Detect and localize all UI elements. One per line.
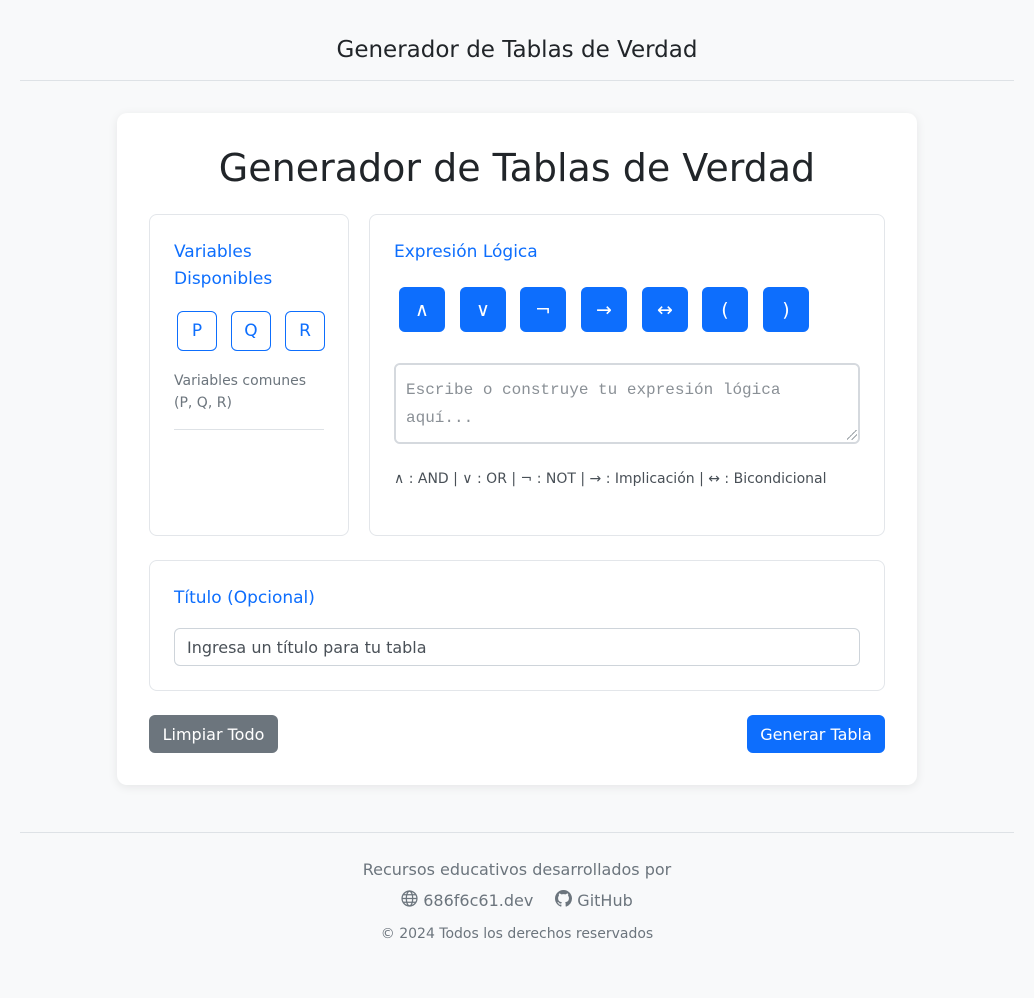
site-link[interactable]: 686f6c61.dev <box>401 890 533 911</box>
variables-heading-line1: Variables <box>174 242 252 262</box>
operator-not-button[interactable]: ¬ <box>520 287 566 332</box>
footer-copyright: © 2024 Todos los derechos reservados <box>380 926 654 942</box>
operator-and-button[interactable]: ∧ <box>399 287 445 332</box>
variable-button-r[interactable]: R <box>285 311 325 351</box>
github-link-label: GitHub <box>577 891 633 910</box>
variable-button-p[interactable]: P <box>177 311 217 351</box>
generate-table-button[interactable]: Generar Tabla <box>747 715 885 753</box>
github-link[interactable]: GitHub <box>555 890 633 911</box>
top-header: Generador de Tablas de Verdad <box>20 0 1014 81</box>
globe-icon <box>401 890 418 911</box>
page-title: Generador de Tablas de Verdad <box>218 146 816 190</box>
variable-button-q[interactable]: Q <box>231 311 271 351</box>
clear-all-button[interactable]: Limpiar Todo <box>149 715 278 753</box>
expression-input[interactable] <box>394 363 860 444</box>
close-paren-button[interactable]: ) <box>763 287 809 332</box>
footer-links: 686f6c61.dev GitHub <box>0 890 1034 911</box>
expression-heading: Expresión Lógica <box>394 242 538 262</box>
textarea-resize-handle[interactable] <box>847 430 857 440</box>
variables-hint-line1: Variables comunes <box>174 373 306 389</box>
site-link-label: 686f6c61.dev <box>423 891 534 910</box>
operator-biconditional-button[interactable]: ↔ <box>642 287 688 332</box>
variables-hint-line2: (P, Q, R) <box>174 395 232 411</box>
open-paren-button[interactable]: ( <box>702 287 748 332</box>
operator-legend: ∧ : AND | ∨ : OR | ¬ : NOT | → : Implica… <box>394 471 827 487</box>
table-title-input[interactable] <box>174 628 860 666</box>
header-title: Generador de Tablas de Verdad <box>336 37 698 63</box>
github-icon <box>555 890 573 911</box>
footer-credit: Recursos educativos desarrollados por <box>362 860 672 879</box>
footer-divider <box>20 832 1014 833</box>
variables-divider <box>174 429 324 430</box>
operator-or-button[interactable]: ∨ <box>460 287 506 332</box>
title-panel <box>149 560 885 691</box>
variables-heading-line2: Disponibles <box>174 269 273 289</box>
operator-implies-button[interactable]: → <box>581 287 627 332</box>
variables-hint: Variables comunes (P, Q, R) <box>174 370 306 414</box>
title-section-heading: Título (Opcional) <box>174 588 315 608</box>
variables-heading: Variables Disponibles <box>174 239 272 293</box>
